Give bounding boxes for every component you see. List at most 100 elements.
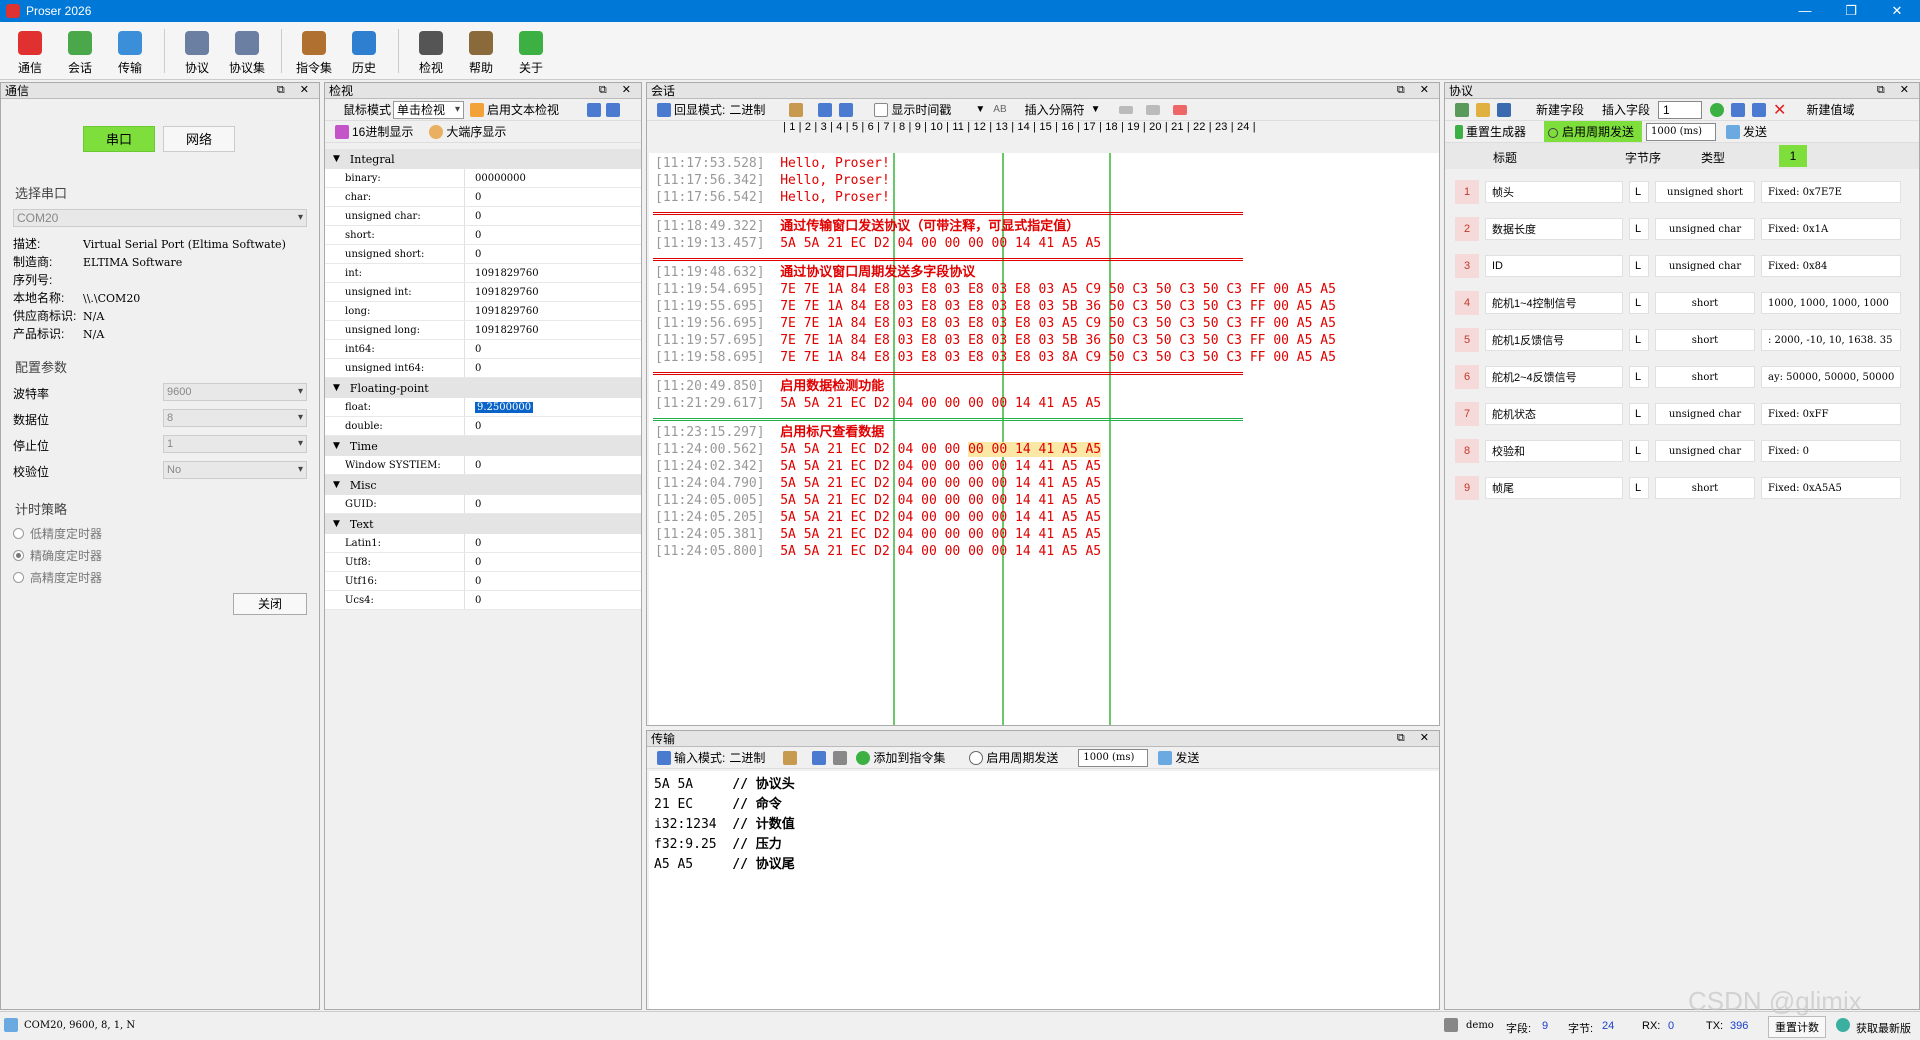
protocol-field-row[interactable]: 6 舵机2~4反馈信号 Lshort ay: 50000, 50000, 50000 <box>1455 364 1907 390</box>
tab-serial[interactable]: 串口 <box>83 126 155 152</box>
field-value[interactable]: Fixed: 0 <box>1761 440 1901 462</box>
session-log[interactable]: [11:17:53.528] Hello, Proser! [11:17:56.3… <box>649 153 1439 725</box>
hex-display-label[interactable]: 16进制显示 <box>352 123 413 140</box>
protocol-field-row[interactable]: 5 舵机1反馈信号 Lshort: 2000, -10, 10, 1638. 35 <box>1455 327 1907 353</box>
field-title[interactable]: 帧尾 <box>1485 477 1623 499</box>
field-type[interactable]: unsigned char <box>1655 403 1755 425</box>
insert-separator-label[interactable]: 插入分隔符 <box>1025 101 1085 118</box>
field-endian[interactable]: L <box>1629 366 1649 388</box>
chevron-down-icon[interactable]: ▼ <box>975 104 985 115</box>
field-title[interactable]: 数据长度 <box>1485 218 1623 240</box>
separator-icon[interactable] <box>1118 105 1133 114</box>
save-icon[interactable] <box>1497 102 1511 117</box>
field-type[interactable]: short <box>1655 366 1755 388</box>
periodic-send-toggle[interactable]: 启用周期发送 <box>986 749 1058 766</box>
field-value[interactable]: 1000, 1000, 1000, 1000 <box>1761 292 1901 314</box>
config-select[interactable]: 9600 <box>163 383 307 401</box>
inspect-field-value[interactable]: 0 <box>465 495 481 513</box>
input-mode-value[interactable]: 二进制 <box>729 749 765 766</box>
field-endian[interactable]: L <box>1629 255 1649 277</box>
inspect-field-value[interactable]: 0 <box>465 417 481 435</box>
collapse-icon[interactable]: ▼ <box>333 480 340 490</box>
send-icon[interactable] <box>1158 750 1173 765</box>
inspect-group-header[interactable]: ▼ Text <box>325 514 641 534</box>
field-type[interactable]: unsigned short <box>1655 181 1755 203</box>
toolbar-button-5[interactable]: 指令集 <box>290 25 338 79</box>
field-title[interactable]: 舵机状态 <box>1485 403 1623 425</box>
protocol-field-row[interactable]: 7 舵机状态 Lunsigned char Fixed: 0xFF <box>1455 401 1907 427</box>
inspect-field-value[interactable]: 1091829760 <box>465 264 539 282</box>
field-value[interactable]: Fixed: 0x1A <box>1761 218 1901 240</box>
timer-radio[interactable]: 高精度定时器 <box>13 569 102 586</box>
chevron-down-icon[interactable]: ▼ <box>1091 104 1101 115</box>
open-icon[interactable] <box>1476 102 1490 117</box>
panel-controls[interactable]: ⧉ ✕ <box>1397 83 1435 97</box>
inspect-group-header[interactable]: ▼ Misc <box>325 475 641 495</box>
collapse-icon[interactable]: ▼ <box>333 519 340 529</box>
inspect-field-value[interactable]: 1091829760 <box>465 321 539 339</box>
inspect-field-value[interactable]: 0 <box>465 188 481 206</box>
toolbar-button-3[interactable]: 协议 <box>173 25 221 79</box>
inspect-field-value[interactable]: 0 <box>465 534 481 552</box>
panel-controls[interactable]: ⧉ ✕ <box>1397 731 1435 745</box>
clear-icon[interactable] <box>789 102 804 117</box>
field-endian[interactable]: L <box>1629 403 1649 425</box>
toolbar-button-8[interactable]: 帮助 <box>457 25 505 79</box>
echo-mode-value[interactable]: 二进制 <box>729 101 765 118</box>
field-type[interactable]: unsigned char <box>1655 218 1755 240</box>
reset-count-button[interactable]: 重置计数 <box>1768 1016 1826 1038</box>
field-title[interactable]: 舵机1反馈信号 <box>1485 329 1623 351</box>
periodic-send-toggle[interactable]: 启用周期发送 <box>1544 121 1643 142</box>
show-time-label[interactable]: 显示时间戳 <box>891 101 951 118</box>
toolbar-button-9[interactable]: 关于 <box>507 25 555 79</box>
field-title[interactable]: 舵机2~4反馈信号 <box>1485 366 1623 388</box>
field-type[interactable]: short <box>1655 477 1755 499</box>
period-input[interactable]: 1000 (ms) <box>1646 122 1717 141</box>
big-endian-label[interactable]: 大端序显示 <box>446 123 506 140</box>
close-window-icon[interactable]: ✕ <box>1874 0 1920 22</box>
field-type[interactable]: unsigned char <box>1655 440 1755 462</box>
toolbar-button-7[interactable]: 检视 <box>407 25 455 79</box>
endian-icon[interactable] <box>429 124 444 139</box>
inspect-group-header[interactable]: ▼ Time <box>325 436 641 456</box>
show-time-checkbox[interactable] <box>874 102 889 117</box>
inspect-field-value[interactable]: 0 <box>465 359 481 377</box>
field-value[interactable]: Fixed: 0x84 <box>1761 255 1901 277</box>
protocol-field-row[interactable]: 8 校验和 Lunsigned char Fixed: 0 <box>1455 438 1907 464</box>
enable-text-inspect-label[interactable]: 启用文本检视 <box>487 101 559 118</box>
field-endian[interactable]: L <box>1629 218 1649 240</box>
inspect-field-value[interactable]: 0 <box>465 245 481 263</box>
transmit-editor[interactable]: 5A 5A // 协议头 21 EC // 命令 i32:1234 // 计数值 f3… <box>649 771 1439 1009</box>
close-port-button[interactable]: 关闭 <box>233 593 307 615</box>
inspect-field-value[interactable]: 1091829760 <box>465 283 539 301</box>
field-type[interactable]: unsigned char <box>1655 255 1755 277</box>
rx-icon[interactable] <box>818 102 833 117</box>
maximize-icon[interactable]: ❐ <box>1828 0 1874 22</box>
collapse-icon[interactable]: ▼ <box>333 441 340 451</box>
delete-icon[interactable] <box>1172 104 1187 115</box>
field-value[interactable]: Fixed: 0xFF <box>1761 403 1901 425</box>
protocol-field-row[interactable]: 1 帧头 Lunsigned short Fixed: 0x7E7E <box>1455 179 1907 205</box>
ruler-marker[interactable] <box>1109 153 1111 725</box>
separator-icon[interactable] <box>1145 104 1160 115</box>
reset-generator-button[interactable]: 重置生成器 <box>1466 123 1526 140</box>
inspect-field-value[interactable]: 0 <box>465 340 481 358</box>
inspect-field-value[interactable]: 9.2500000 <box>465 398 534 416</box>
add-icon[interactable] <box>856 750 871 765</box>
protocol-field-row[interactable]: 9 帧尾 Lshort Fixed: 0xA5A5 <box>1455 475 1907 501</box>
send-button[interactable]: 发送 <box>1175 749 1199 766</box>
field-endian[interactable]: L <box>1629 329 1649 351</box>
protocol-field-row[interactable]: 4 舵机1~4控制信号 Lshort 1000, 1000, 1000, 1000 <box>1455 290 1907 316</box>
field-title[interactable]: ID <box>1485 255 1623 277</box>
panel-controls[interactable]: ⧉ ✕ <box>599 83 637 97</box>
col-value-badge[interactable]: 1 <box>1779 145 1807 167</box>
field-title[interactable]: 帧头 <box>1485 181 1623 203</box>
field-value[interactable]: ay: 50000, 50000, 50000 <box>1761 366 1901 388</box>
config-select[interactable]: 8 <box>163 409 307 427</box>
flag-icon[interactable] <box>1455 124 1463 139</box>
field-type[interactable]: short <box>1655 292 1755 314</box>
period-input[interactable]: 1000 (ms) <box>1078 748 1149 767</box>
toolbar-button-4[interactable]: 协议集 <box>223 25 271 79</box>
new-icon[interactable] <box>1455 102 1469 117</box>
add-to-commands-button[interactable]: 添加到指令集 <box>873 749 945 766</box>
